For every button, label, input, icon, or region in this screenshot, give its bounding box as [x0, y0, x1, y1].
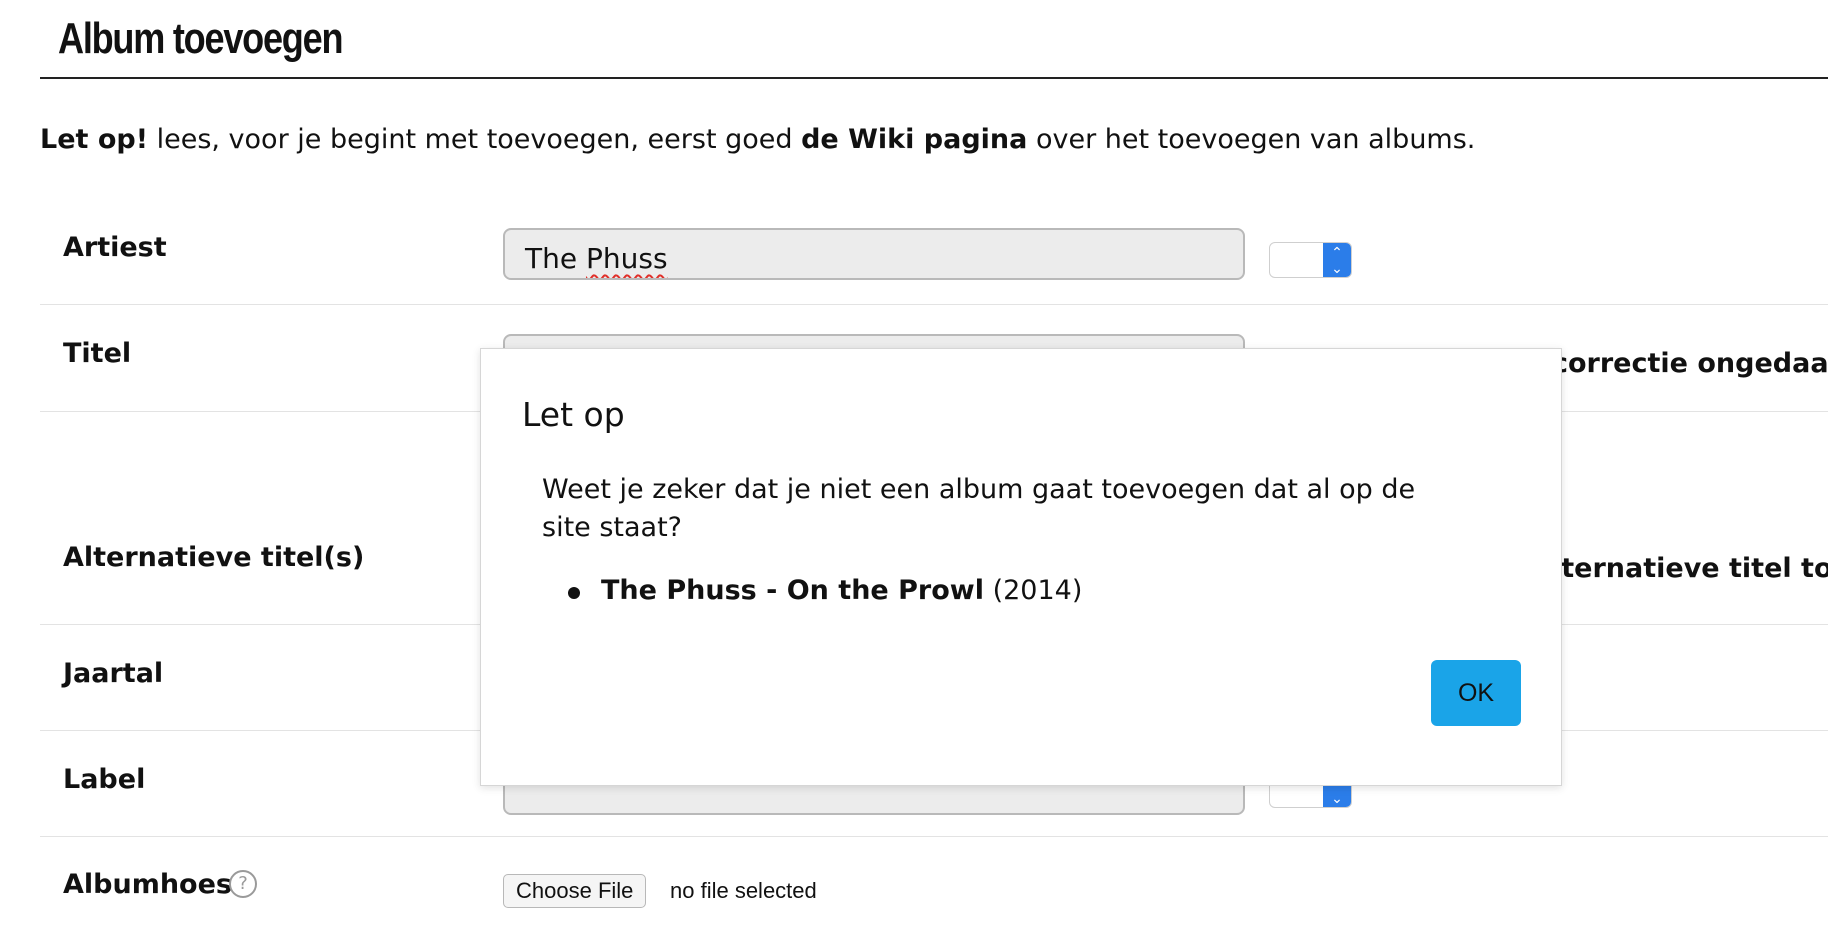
duplicate-list: The Phuss - On the Prowl (2014)	[568, 575, 1082, 606]
intro-text: Let op! lees, voor je begint met toevoeg…	[40, 124, 1475, 155]
wiki-link[interactable]: de Wiki pagina	[801, 124, 1027, 155]
artist-label: Artiest	[63, 232, 167, 263]
dialog-title: Let op	[522, 395, 625, 434]
alt-titles-note: lternatieve titel toev	[1552, 553, 1828, 584]
duplicate-name[interactable]: The Phuss - On the Prowl	[601, 575, 984, 606]
duplicate-year: (2014)	[992, 575, 1083, 606]
artist-select[interactable]: ⌃ ⌄	[1269, 242, 1352, 278]
title-label: Titel	[63, 338, 132, 369]
artist-input-flagged: Phuss	[585, 242, 668, 275]
choose-file-button[interactable]: Choose File	[503, 874, 647, 908]
intro-text-after: over het toevoegen van albums.	[1027, 124, 1476, 155]
alt-titles-label: Alternatieve titel(s)	[63, 542, 365, 573]
duplicate-item: The Phuss - On the Prowl (2014)	[568, 575, 1082, 606]
title-note: correctie ongedaan	[1552, 348, 1828, 379]
record-label-label: Label	[63, 764, 146, 795]
page-title: Album toevoegen	[58, 14, 343, 63]
artist-input-prefix: The	[525, 242, 586, 275]
intro-lead: Let op!	[40, 124, 149, 155]
chevron-updown-icon: ⌃⌄	[1323, 243, 1351, 277]
ok-button[interactable]: OK	[1431, 660, 1521, 726]
file-status: no file selected	[670, 878, 817, 903]
help-icon[interactable]: ?	[229, 870, 257, 898]
row-divider	[40, 304, 1828, 305]
dialog-message: Weet je zeker dat je niet een album gaat…	[542, 474, 1416, 543]
title-divider	[40, 77, 1828, 79]
year-label: Jaartal	[63, 658, 164, 689]
bullet-icon	[568, 587, 580, 599]
confirm-dialog: Let op Weet je zeker dat je niet een alb…	[480, 348, 1562, 786]
row-divider	[40, 836, 1828, 837]
artist-input[interactable]: The Phuss	[503, 228, 1245, 280]
intro-text-before: lees, voor je begint met toevoegen, eers…	[148, 124, 802, 155]
cover-label: Albumhoes	[63, 869, 232, 900]
